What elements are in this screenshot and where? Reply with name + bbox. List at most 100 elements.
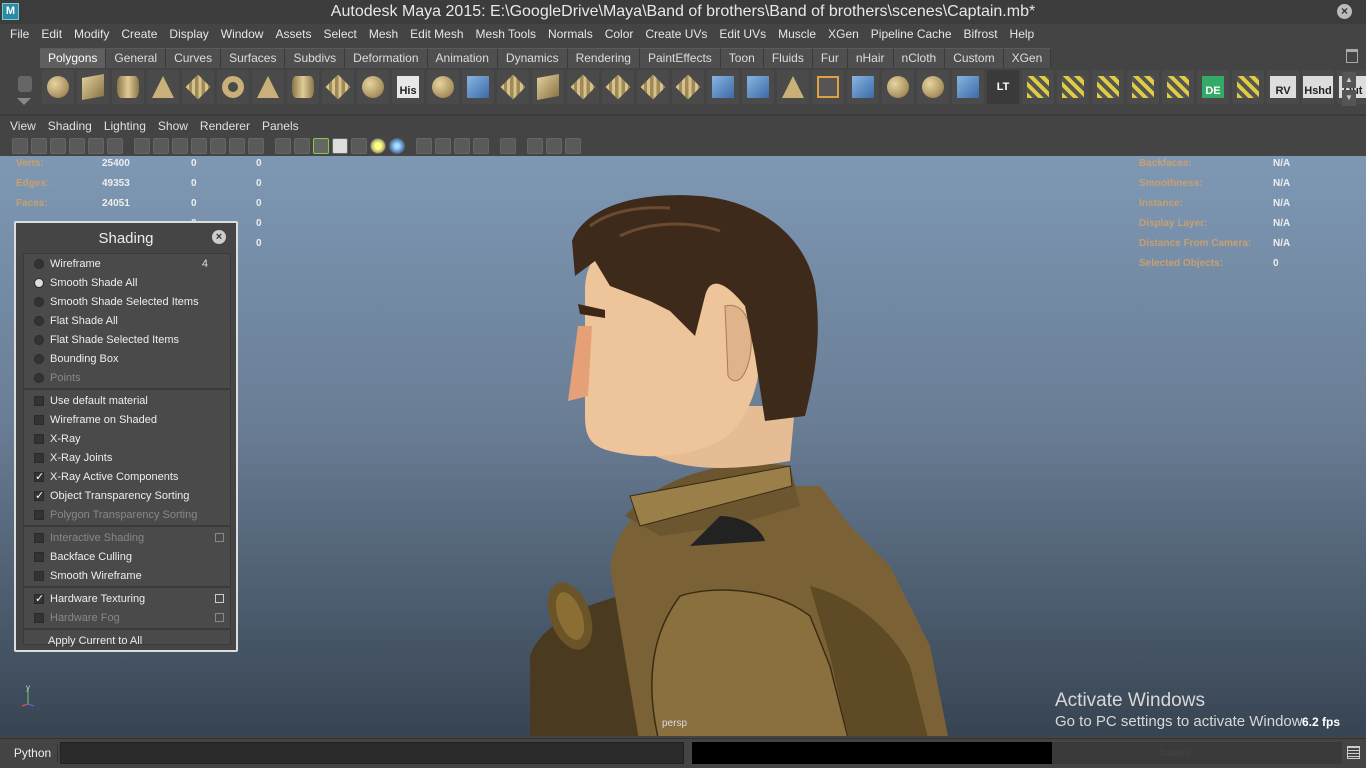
character-model-captain[interactable] (530, 186, 1010, 736)
menu-mesh[interactable]: Mesh (363, 27, 404, 41)
select-shell-icon[interactable] (1162, 70, 1194, 104)
poly-sphere-icon[interactable] (42, 70, 74, 104)
extrude-icon[interactable] (602, 70, 634, 104)
shading-option-x-ray[interactable]: X-Ray (24, 429, 230, 448)
tab-custom[interactable]: Custom (945, 48, 1004, 68)
menu-edit[interactable]: Edit (35, 27, 68, 41)
shading-option-backface-culling[interactable]: Backface Culling (24, 547, 230, 566)
checkbox[interactable]: ✓ (34, 593, 44, 604)
bridge-icon[interactable] (637, 70, 669, 104)
menu-mesh-tools[interactable]: Mesh Tools (470, 27, 542, 41)
shading-option-wireframe-on-shaded[interactable]: Wireframe on Shaded (24, 410, 230, 429)
select-edge-icon[interactable] (1022, 70, 1054, 104)
xray-components-icon[interactable] (546, 137, 562, 154)
radio-button[interactable] (34, 296, 44, 307)
insert-edge-loop-icon[interactable] (742, 70, 774, 104)
select-vertex-icon[interactable] (1127, 70, 1159, 104)
poly-cone-icon[interactable] (147, 70, 179, 104)
select-uv-icon[interactable] (1092, 70, 1124, 104)
tab-rendering[interactable]: Rendering (567, 48, 640, 68)
shading-option-flat-shade-selected-items[interactable]: Flat Shade Selected Items (24, 330, 230, 349)
select-camera-icon[interactable] (12, 137, 28, 154)
xray-joints-icon[interactable] (527, 137, 543, 154)
tab-surfaces[interactable]: Surfaces (221, 48, 286, 68)
shading-option-smooth-shade-all[interactable]: Smooth Shade All (24, 273, 230, 292)
extract-icon[interactable] (497, 70, 529, 104)
poly-cube-icon[interactable] (77, 70, 109, 104)
shading-option-smooth-shade-selected-items[interactable]: Smooth Shade Selected Items (24, 292, 230, 311)
maya-app-icon[interactable]: M (2, 3, 19, 20)
lt-button[interactable]: LT (987, 70, 1019, 104)
checkbox[interactable] (34, 551, 44, 562)
command-input[interactable] (60, 742, 684, 764)
radio-button[interactable] (34, 258, 44, 269)
offset-edge-loop-icon[interactable] (777, 70, 809, 104)
apply-current-to-all-button[interactable]: Apply Current to All (24, 631, 230, 651)
menu-help[interactable]: Help (1004, 27, 1041, 41)
poly-soccer-ball-icon[interactable] (357, 70, 389, 104)
average-vertices-icon[interactable] (567, 70, 599, 104)
cylindrical-mapping-icon[interactable] (952, 70, 984, 104)
menu-assets[interactable]: Assets (269, 27, 317, 41)
shading-option-hardware-texturing[interactable]: ✓ Hardware Texturing (24, 589, 230, 608)
checkbox[interactable] (34, 570, 44, 581)
script-editor-icon[interactable] (1347, 746, 1360, 759)
tab-xgen[interactable]: XGen (1003, 48, 1052, 68)
menu-edit-mesh[interactable]: Edit Mesh (404, 27, 469, 41)
shading-panel-header[interactable]: Shading × (16, 223, 236, 253)
menu-edit-uvs[interactable]: Edit UVs (713, 27, 772, 41)
safe-title-icon[interactable] (248, 137, 264, 154)
bookmarks-icon[interactable] (50, 137, 66, 154)
node-editor-icon[interactable] (565, 137, 581, 154)
grid-tool-icon[interactable] (1232, 70, 1264, 104)
append-polygon-icon[interactable] (672, 70, 704, 104)
menu-normals[interactable]: Normals (542, 27, 599, 41)
resolution-gate-icon[interactable] (172, 137, 188, 154)
menu-select[interactable]: Select (317, 27, 362, 41)
trash-icon[interactable] (1346, 49, 1358, 63)
xray-icon[interactable] (473, 137, 489, 154)
screen-space-ao-icon[interactable] (389, 137, 405, 154)
option-box-icon[interactable] (215, 594, 224, 603)
checkbox[interactable] (34, 414, 44, 425)
tab-animation[interactable]: Animation (427, 48, 498, 68)
checkbox[interactable]: ✓ (34, 471, 44, 482)
smooth-shade-icon[interactable] (294, 137, 310, 154)
camera-attributes-icon[interactable] (31, 137, 47, 154)
select-face-icon[interactable] (1057, 70, 1089, 104)
depth-of-field-icon[interactable] (454, 137, 470, 154)
tab-nhair[interactable]: nHair (847, 48, 894, 68)
shading-option-smooth-wireframe[interactable]: Smooth Wireframe (24, 566, 230, 585)
poly-pipe-icon[interactable] (287, 70, 319, 104)
menu-color[interactable]: Color (599, 27, 640, 41)
panel-menu-view[interactable]: View (4, 119, 42, 133)
combine-icon[interactable] (427, 70, 459, 104)
split-polygon-icon[interactable] (707, 70, 739, 104)
use-all-lights-icon[interactable] (351, 137, 367, 154)
shelf-handle[interactable] (10, 44, 38, 110)
tab-fluids[interactable]: Fluids (763, 48, 813, 68)
tab-toon[interactable]: Toon (720, 48, 764, 68)
shadows-icon[interactable] (370, 137, 386, 154)
menu-create-uvs[interactable]: Create UVs (639, 27, 713, 41)
tab-dynamics[interactable]: Dynamics (497, 48, 568, 68)
menu-xgen[interactable]: XGen (822, 27, 865, 41)
smooth-icon[interactable] (532, 70, 564, 104)
textured-icon[interactable] (332, 137, 348, 154)
scroll-down-icon[interactable]: ▼ (1342, 90, 1356, 106)
close-icon[interactable]: × (1337, 4, 1352, 19)
shading-option-object-transparency-sorting[interactable]: ✓ Object Transparency Sorting (24, 486, 230, 505)
gate-mask-icon[interactable] (191, 137, 207, 154)
shading-option-x-ray-joints[interactable]: X-Ray Joints (24, 448, 230, 467)
isolate-select-icon[interactable] (500, 137, 516, 154)
panel-menu-shading[interactable]: Shading (42, 119, 98, 133)
create-uv-icon[interactable] (882, 70, 914, 104)
poly-cylinder-icon[interactable] (112, 70, 144, 104)
automatic-mapping-icon[interactable] (917, 70, 949, 104)
radio-button[interactable] (34, 334, 44, 345)
menu-bifrost[interactable]: Bifrost (958, 27, 1004, 41)
grease-pencil-icon[interactable] (107, 137, 123, 154)
multisample-aa-icon[interactable] (435, 137, 451, 154)
de-button[interactable]: DE (1197, 70, 1229, 104)
panel-menu-panels[interactable]: Panels (256, 119, 305, 133)
